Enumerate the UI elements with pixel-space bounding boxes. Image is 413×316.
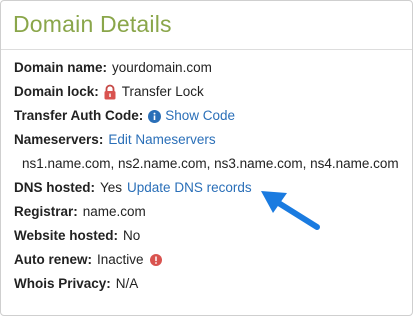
domain-lock-label: Domain lock: — [14, 84, 99, 99]
whois-privacy-row: Whois Privacy: N/A — [14, 275, 138, 293]
website-hosted-label: Website hosted: — [14, 228, 119, 243]
nameservers-list: ns1.name.com, ns2.name.com, ns3.name.com… — [22, 155, 399, 173]
nameservers-value: ns1.name.com, ns2.name.com, ns3.name.com… — [22, 156, 399, 171]
transfer-auth-label: Transfer Auth Code: — [14, 108, 144, 123]
website-hosted-value: No — [123, 228, 141, 243]
nameservers-label: Nameservers: — [14, 132, 104, 147]
warning-icon — [149, 254, 162, 266]
dns-hosted-row: DNS hosted: Yes Update DNS records — [14, 179, 252, 197]
lock-icon — [103, 84, 117, 100]
registrar-value: name.com — [82, 204, 146, 219]
show-code-link[interactable]: Show Code — [165, 107, 235, 125]
whois-privacy-value: N/A — [115, 276, 139, 291]
auto-renew-row: Auto renew: Inactive — [14, 251, 162, 269]
edit-nameservers-link[interactable]: Edit Nameservers — [108, 131, 215, 149]
auto-renew-label: Auto renew: — [14, 252, 93, 267]
dns-hosted-value: Yes — [100, 180, 123, 195]
domain-details-panel: Domain Details Domain name: yourdomain.c… — [0, 0, 413, 316]
title-divider — [1, 49, 412, 50]
domain-lock-row: Domain lock: Transfer Lock — [14, 83, 204, 101]
domain-name-value: yourdomain.com — [112, 60, 212, 75]
info-icon — [148, 109, 162, 123]
annotation-arrow-icon — [257, 187, 323, 233]
nameservers-row: Nameservers: Edit Nameservers — [14, 131, 216, 149]
dns-hosted-label: DNS hosted: — [14, 180, 95, 195]
transfer-auth-row: Transfer Auth Code: Show Code — [14, 107, 235, 125]
auto-renew-value: Inactive — [97, 252, 144, 267]
registrar-row: Registrar: name.com — [14, 203, 146, 221]
registrar-label: Registrar: — [14, 204, 78, 219]
domain-name-row: Domain name: yourdomain.com — [14, 59, 212, 77]
website-hosted-row: Website hosted: No — [14, 227, 140, 245]
panel-title: Domain Details — [13, 11, 172, 37]
update-dns-records-link[interactable]: Update DNS records — [127, 179, 252, 197]
whois-privacy-label: Whois Privacy: — [14, 276, 111, 291]
domain-lock-value: Transfer Lock — [121, 84, 204, 99]
domain-name-label: Domain name: — [14, 60, 108, 75]
